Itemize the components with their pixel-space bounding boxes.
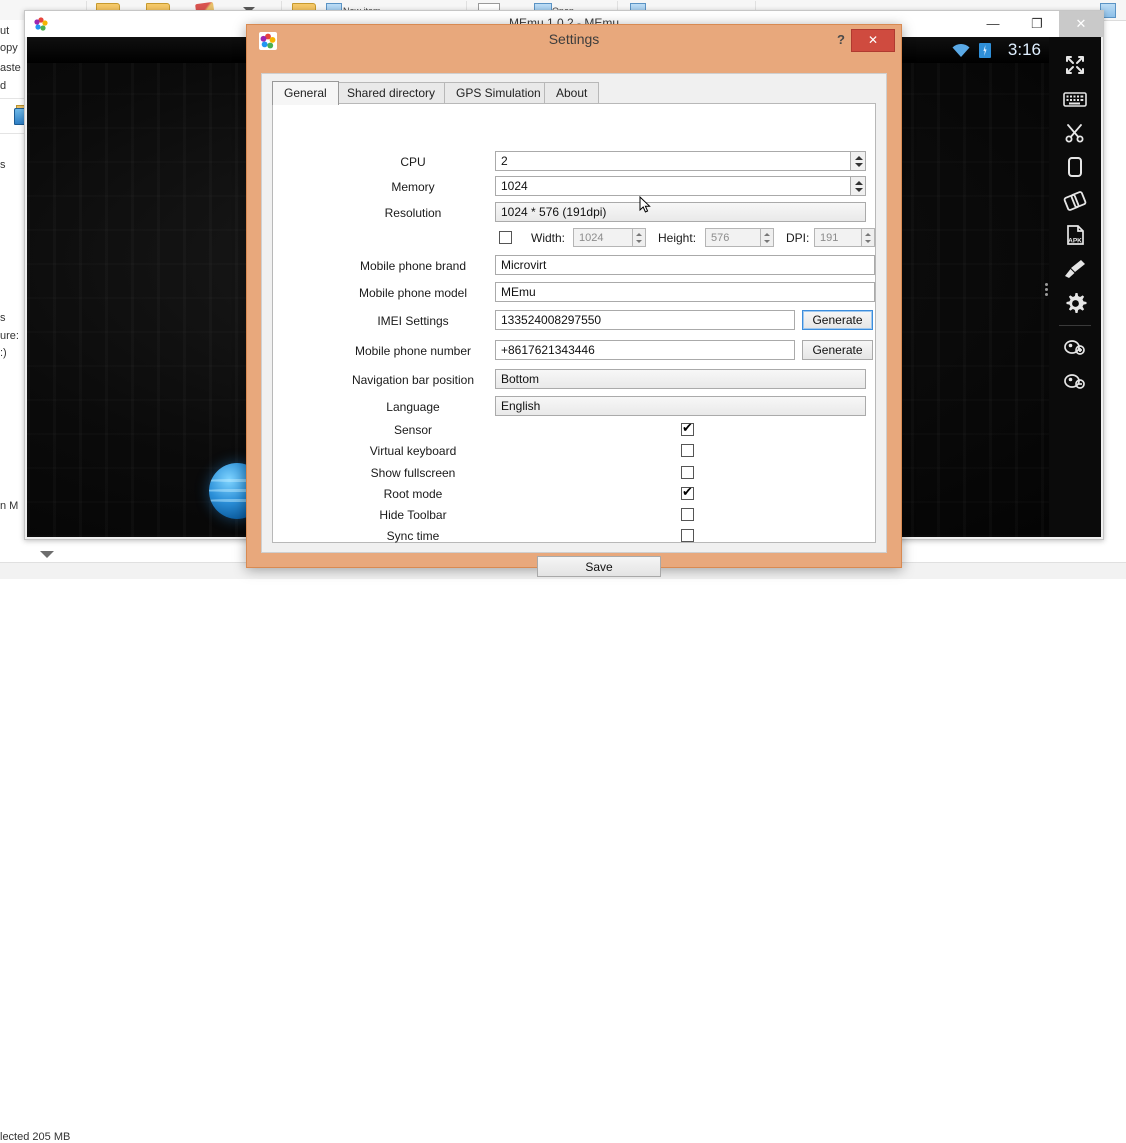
explorer-label-copy: opy xyxy=(0,42,18,54)
tab-strip: General Shared directory GPS Simulation … xyxy=(272,81,876,105)
wifi-icon xyxy=(951,43,971,58)
memu-side-toolbar: APK xyxy=(1049,37,1101,537)
model-label: Mobile phone model xyxy=(358,286,468,300)
explorer-label-ure: ure: xyxy=(0,330,19,342)
root-mode-label: Root mode xyxy=(383,487,443,501)
row-memory: Memory 1024 xyxy=(273,176,875,200)
hide-toolbar-checkbox[interactable] xyxy=(681,508,694,521)
root-mode-checkbox[interactable] xyxy=(681,484,694,500)
tab-shared-directory[interactable]: Shared directory xyxy=(335,82,448,104)
shake-icon[interactable] xyxy=(1059,151,1091,183)
zoom-in-icon[interactable] xyxy=(1059,331,1091,363)
apk-install-icon[interactable]: APK xyxy=(1059,219,1091,251)
width-stepper[interactable] xyxy=(633,228,646,247)
keyboard-icon[interactable] xyxy=(1059,83,1091,115)
explorer-label-s2: s xyxy=(0,312,6,324)
memory-input[interactable]: 1024 xyxy=(495,176,851,196)
explorer-label-smiley: :) xyxy=(0,347,7,359)
sync-time-checkbox[interactable] xyxy=(681,529,694,542)
dialog-body: General Shared directory GPS Simulation … xyxy=(261,73,887,577)
brand-label: Mobile phone brand xyxy=(359,259,467,273)
row-virtual-keyboard: Virtual keyboard xyxy=(273,440,875,464)
close-button[interactable]: ✕ xyxy=(1059,11,1103,37)
custom-resolution-checkbox[interactable] xyxy=(499,231,512,244)
imei-label: IMEI Settings xyxy=(377,314,449,328)
phone-number-input[interactable]: +8617621343446 xyxy=(495,340,795,360)
cpu-label: CPU xyxy=(400,155,426,169)
memory-label: Memory xyxy=(391,180,435,194)
row-nav-bar: Navigation bar position Bottom xyxy=(273,369,875,393)
tab-about[interactable]: About xyxy=(544,82,600,104)
row-custom-resolution: Width: 1024 Height: 576 DPI: 191 xyxy=(273,228,875,252)
memory-stepper[interactable] xyxy=(851,176,866,196)
rotate-icon[interactable] xyxy=(1059,185,1091,217)
toolbar-drag-grip[interactable] xyxy=(1045,283,1050,299)
dpi-stepper[interactable] xyxy=(862,228,875,247)
dpi-input[interactable]: 191 xyxy=(814,228,862,247)
nav-bar-select[interactable]: Bottom xyxy=(495,369,866,389)
language-select[interactable]: English xyxy=(495,396,866,416)
virtual-keyboard-checkbox[interactable] xyxy=(681,444,694,457)
virtual-keyboard-label: Virtual keyboard xyxy=(369,444,457,458)
save-button[interactable]: Save xyxy=(537,556,661,577)
cpu-stepper[interactable] xyxy=(851,151,866,171)
explorer-label-cut: ut xyxy=(0,25,10,37)
phone-number-label: Mobile phone number xyxy=(354,344,472,358)
status-bar-clock: 3:16 xyxy=(1007,40,1041,59)
sync-time-label: Sync time xyxy=(386,529,440,543)
brand-input[interactable]: Microvirt xyxy=(495,255,875,275)
general-tab-panel: CPU 2 Memory 1024 Resolution 1024 * 576 … xyxy=(272,103,876,577)
sensor-checkbox[interactable] xyxy=(681,420,694,436)
gear-icon[interactable] xyxy=(1059,287,1091,319)
resolution-label: Resolution xyxy=(384,206,442,220)
resolution-select[interactable]: 1024 * 576 (191dpi) xyxy=(495,202,866,222)
explorer-label-s1: s xyxy=(0,159,6,171)
row-sync-time: Sync time xyxy=(273,525,875,549)
height-label: Height: xyxy=(658,231,697,245)
dpi-label: DPI: xyxy=(786,231,810,245)
show-fullscreen-checkbox[interactable] xyxy=(681,466,694,479)
explorer-label-nm: n M xyxy=(0,500,19,512)
width-input[interactable]: 1024 xyxy=(573,228,633,247)
explorer-scroll-down-chevron[interactable] xyxy=(40,551,54,558)
svg-text:APK: APK xyxy=(1068,238,1082,245)
explorer-label-d: d xyxy=(0,80,7,92)
show-fullscreen-label: Show fullscreen xyxy=(370,466,456,480)
row-phone-number: Mobile phone number +8617621343446 Gener… xyxy=(273,340,875,364)
model-input[interactable]: MEmu xyxy=(495,282,875,302)
minimize-button[interactable]: — xyxy=(971,11,1015,37)
explorer-status-text: lected 205 MB xyxy=(0,1131,71,1143)
row-resolution: Resolution 1024 * 576 (191dpi) xyxy=(273,202,875,226)
mouse-cursor xyxy=(639,195,651,214)
maximize-button[interactable]: ❐ xyxy=(1015,11,1059,37)
cpu-input[interactable]: 2 xyxy=(495,151,851,171)
row-model: Mobile phone model MEmu xyxy=(273,282,875,306)
hide-toolbar-label: Hide Toolbar xyxy=(379,508,447,522)
tab-gps-simulation[interactable]: GPS Simulation xyxy=(444,82,553,104)
sensor-label: Sensor xyxy=(393,423,433,437)
tab-general[interactable]: General xyxy=(272,81,339,105)
scissors-icon[interactable] xyxy=(1059,117,1091,149)
explorer-label-paste: aste xyxy=(0,62,21,74)
help-button[interactable]: ? xyxy=(831,30,851,50)
imei-input[interactable]: 133524008297550 xyxy=(495,310,795,330)
zoom-out-icon[interactable] xyxy=(1059,365,1091,397)
phone-number-generate-button[interactable]: Generate xyxy=(802,340,873,360)
imei-generate-button[interactable]: Generate xyxy=(802,310,873,330)
dialog-close-button[interactable]: ✕ xyxy=(851,29,895,52)
width-label: Width: xyxy=(531,231,566,245)
brush-icon[interactable] xyxy=(1059,253,1091,285)
row-cpu: CPU 2 xyxy=(273,151,875,175)
settings-dialog: Settings ? ✕ General Shared directory GP… xyxy=(246,24,902,577)
language-label: Language xyxy=(386,400,440,414)
fullscreen-icon[interactable] xyxy=(1059,49,1091,81)
nav-bar-label: Navigation bar position xyxy=(351,373,475,387)
dialog-title: Settings xyxy=(548,31,600,47)
row-imei: IMEI Settings 133524008297550 Generate xyxy=(273,310,875,334)
height-input[interactable]: 576 xyxy=(705,228,761,247)
row-language: Language English xyxy=(273,396,875,420)
height-stepper[interactable] xyxy=(761,228,774,247)
row-brand: Mobile phone brand Microvirt xyxy=(273,255,875,279)
